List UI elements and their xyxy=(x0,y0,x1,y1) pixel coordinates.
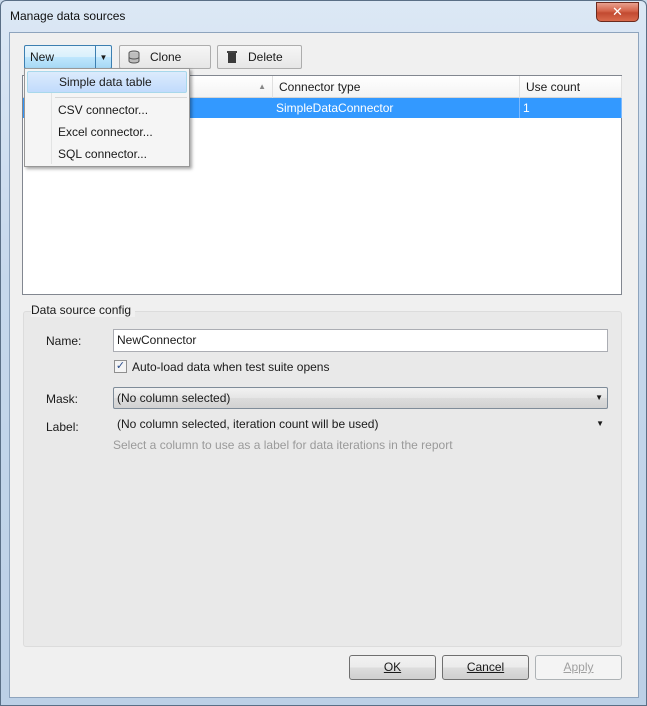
menu-item-excel-connector[interactable]: Excel connector... xyxy=(27,121,187,143)
delete-button-label: Delete xyxy=(248,50,283,64)
menu-item-csv-connector[interactable]: CSV connector... xyxy=(27,99,187,121)
mask-select-value: (No column selected) xyxy=(117,391,231,405)
sort-ascending-icon: ▲ xyxy=(258,82,266,91)
mask-label: Mask: xyxy=(46,392,79,406)
close-icon: ✕ xyxy=(612,4,623,19)
database-stack-icon xyxy=(126,49,142,65)
ok-button[interactable]: OK xyxy=(349,655,436,680)
menu-item-sql-connector[interactable]: SQL connector... xyxy=(27,143,187,165)
cell-use-count: 1 xyxy=(520,98,622,118)
chevron-down-icon: ▼ xyxy=(596,419,604,428)
new-split-button[interactable]: New ▼ xyxy=(24,45,112,69)
cell-connector-type: SimpleDataConnector xyxy=(273,98,520,118)
mask-select[interactable]: (No column selected) ▼ xyxy=(113,387,608,409)
clone-button-label: Clone xyxy=(150,50,182,64)
new-dropdown-menu: Simple data table CSV connector... Excel… xyxy=(24,68,190,167)
column-header-connector-type[interactable]: Connector type xyxy=(273,76,520,98)
autoload-checkbox[interactable]: ✓ xyxy=(114,360,127,373)
title-bar[interactable]: Manage data sources ✕ xyxy=(1,1,646,32)
checkmark-icon: ✓ xyxy=(115,360,126,372)
cancel-button[interactable]: Cancel xyxy=(442,655,529,680)
autoload-label[interactable]: Auto-load data when test suite opens xyxy=(132,360,329,374)
clone-button[interactable]: Clone xyxy=(119,45,211,69)
label-label: Label: xyxy=(46,420,79,434)
menu-separator xyxy=(55,97,187,98)
apply-button[interactable]: Apply xyxy=(535,655,622,680)
label-select[interactable]: (No column selected, iteration count wil… xyxy=(114,413,608,435)
label-hint: Select a column to use as a label for da… xyxy=(113,438,453,452)
chevron-down-icon: ▼ xyxy=(595,393,603,402)
trash-icon xyxy=(224,49,240,65)
window-title: Manage data sources xyxy=(10,9,126,23)
dialog-window: Manage data sources ✕ New ▼ Clone Delete… xyxy=(0,0,647,706)
chevron-down-icon[interactable]: ▼ xyxy=(95,46,111,68)
config-group-title: Data source config xyxy=(31,303,136,317)
column-header-use-count[interactable]: Use count xyxy=(520,76,622,98)
menu-item-simple-data-table[interactable]: Simple data table xyxy=(27,71,187,93)
name-label: Name: xyxy=(46,334,82,348)
name-field[interactable]: NewConnector xyxy=(113,329,608,352)
new-button-label: New xyxy=(30,50,55,64)
close-button[interactable]: ✕ xyxy=(596,2,639,22)
delete-button[interactable]: Delete xyxy=(217,45,302,69)
label-select-value: (No column selected, iteration count wil… xyxy=(117,417,379,431)
